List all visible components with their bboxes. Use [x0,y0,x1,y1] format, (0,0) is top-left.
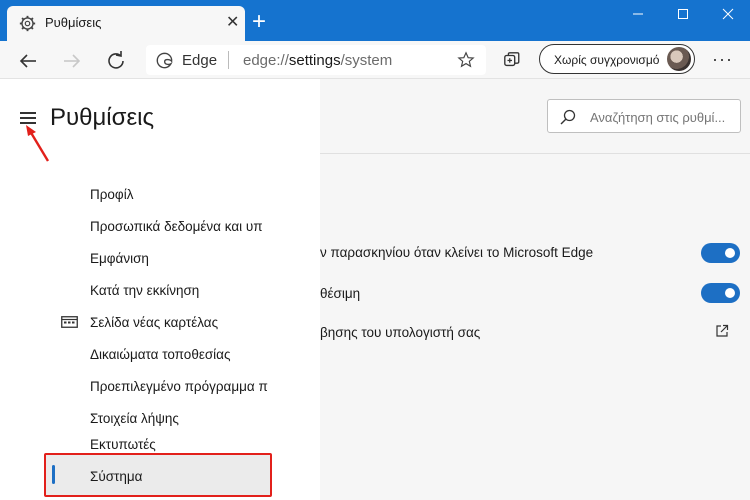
back-arrow-icon [19,54,36,68]
more-options-icon[interactable]: ··· [712,49,733,70]
setting-background-apps-label: ν παρασκηνίου όταν κλείνει το Microsoft … [320,245,594,260]
new-tab-page-icon [61,316,78,328]
sidebar-item-appearance[interactable]: Εμφάνιση [90,251,272,266]
header-divider [320,153,750,154]
forward-arrow-icon [64,54,81,68]
back-button[interactable] [14,47,42,75]
maximize-button[interactable] [660,0,705,30]
edge-logo-icon [156,52,173,69]
sidebar-item-printers[interactable]: Εκτυπωτές [90,437,272,452]
address-bar[interactable]: Edge edge://settings/system [146,45,486,75]
refresh-button[interactable] [102,47,130,75]
sidebar-item-downloads[interactable]: Στοιχεία λήψης [90,411,272,426]
gear-icon [19,15,36,32]
maximize-icon [677,9,688,19]
sync-profile-button[interactable]: Χωρίς συγχρονισμό [539,44,695,74]
minimize-button[interactable] [615,0,660,30]
close-window-button[interactable] [705,0,750,30]
browser-toolbar: Edge edge://settings/system Χωρίς συγχρο… [0,41,750,79]
edge-label: Edge [182,52,218,69]
sidebar-item-location-permissions[interactable]: Δικαιώματα τοποθεσίας [90,347,272,362]
refresh-icon [108,51,124,69]
hardware-acceleration-toggle[interactable] [701,283,740,303]
sidebar-item-default-browser[interactable]: Προεπιλεγμένο πρόγραμμα π [90,379,272,394]
address-divider [228,51,229,69]
search-icon [560,109,576,125]
url-text[interactable]: edge://settings/system [243,52,392,69]
search-input[interactable]: Αναζήτηση στις ρυθμί... [547,99,741,133]
title-bar: Ρυθμίσεις ✕ + [0,0,750,41]
settings-sidebar: Ρυθμίσεις Προφίλ Προσωπικά δεδομένα και … [0,79,320,500]
close-icon [722,8,733,20]
settings-tab[interactable]: Ρυθμίσεις ✕ [7,6,245,41]
background-apps-toggle[interactable] [701,243,740,263]
annotation-highlight-box [44,453,272,497]
setting-proxy-label: βησης του υπολογιστή σας [320,325,481,340]
page-title: Ρυθμίσεις [50,104,155,131]
sidebar-item-new-tab-page[interactable]: Σελίδα νέας καρτέλας [90,315,272,330]
external-link-icon[interactable] [715,324,729,338]
collections-icon[interactable] [503,51,521,69]
sidebar-item-privacy[interactable]: Προσωπικά δεδομένα και υπ [90,219,272,234]
tab-title: Ρυθμίσεις [45,15,102,30]
favorite-star-icon[interactable] [457,51,475,69]
hamburger-menu-icon[interactable] [20,112,36,124]
new-tab-button[interactable]: + [252,10,266,34]
minimize-icon [632,13,643,15]
sidebar-item-on-startup[interactable]: Κατά την εκκίνηση [90,283,272,298]
avatar [667,47,691,71]
tab-close-icon[interactable]: ✕ [226,14,239,32]
sync-label: Χωρίς συγχρονισμό [554,53,660,67]
setting-hardware-acceleration-label: θέσιμη [320,286,361,301]
settings-content: Αναζήτηση στις ρυθμί... ν παρασκηνίου ότ… [320,79,750,500]
search-placeholder: Αναζήτηση στις ρυθμί... [590,110,726,125]
forward-button[interactable] [58,47,86,75]
sidebar-item-profile[interactable]: Προφίλ [90,187,272,202]
